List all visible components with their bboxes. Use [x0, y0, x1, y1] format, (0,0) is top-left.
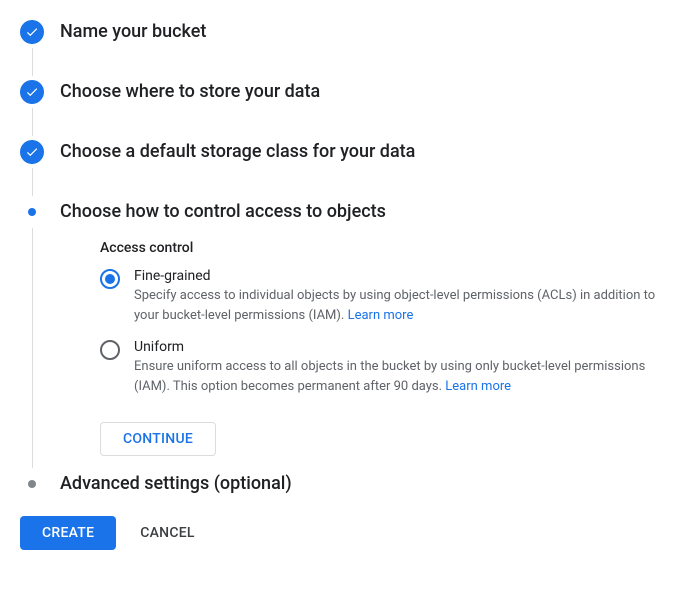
step-name-bucket[interactable]: Name your bucket — [20, 20, 676, 80]
radio-fine-grained-description: Specify access to individual objects by … — [134, 286, 676, 325]
learn-more-link[interactable]: Learn more — [348, 308, 414, 323]
step-storage-class[interactable]: Choose a default storage class for your … — [20, 140, 676, 200]
step-connector — [32, 228, 33, 468]
access-control-content: Access control Fine-grained Specify acce… — [60, 224, 676, 472]
radio-uniform[interactable]: Uniform Ensure uniform access to all obj… — [100, 339, 676, 396]
continue-button[interactable]: Continue — [100, 422, 216, 456]
learn-more-link[interactable]: Learn more — [445, 379, 511, 394]
step-connector — [32, 108, 33, 136]
step-advanced-settings[interactable]: Advanced settings (optional) — [20, 472, 676, 496]
step-title: Choose where to store your data — [60, 80, 676, 104]
check-icon — [20, 80, 44, 104]
step-title: Choose a default storage class for your … — [60, 140, 676, 164]
create-button[interactable]: Create — [20, 516, 116, 550]
step-title: Name your bucket — [60, 20, 676, 44]
stepper: Name your bucket Choose where to store y… — [20, 20, 676, 496]
step-connector — [32, 168, 33, 196]
step-title: Choose how to control access to objects — [60, 200, 676, 224]
active-dot-icon — [28, 208, 36, 216]
radio-selected-icon — [100, 269, 120, 289]
radio-uniform-label: Uniform — [134, 339, 676, 355]
radio-uniform-description: Ensure uniform access to all objects in … — [134, 357, 676, 396]
step-access-control: Choose how to control access to objects … — [20, 200, 676, 472]
radio-fine-grained[interactable]: Fine-grained Specify access to individua… — [100, 268, 676, 325]
access-control-label: Access control — [100, 240, 676, 256]
cancel-button[interactable]: Cancel — [140, 525, 194, 541]
step-title: Advanced settings (optional) — [60, 472, 676, 496]
inactive-dot-icon — [28, 480, 36, 488]
button-row: Create Cancel — [20, 516, 676, 550]
radio-fine-grained-label: Fine-grained — [134, 268, 676, 284]
step-connector — [32, 48, 33, 76]
check-icon — [20, 140, 44, 164]
radio-unselected-icon — [100, 340, 120, 360]
step-choose-location[interactable]: Choose where to store your data — [20, 80, 676, 140]
check-icon — [20, 20, 44, 44]
